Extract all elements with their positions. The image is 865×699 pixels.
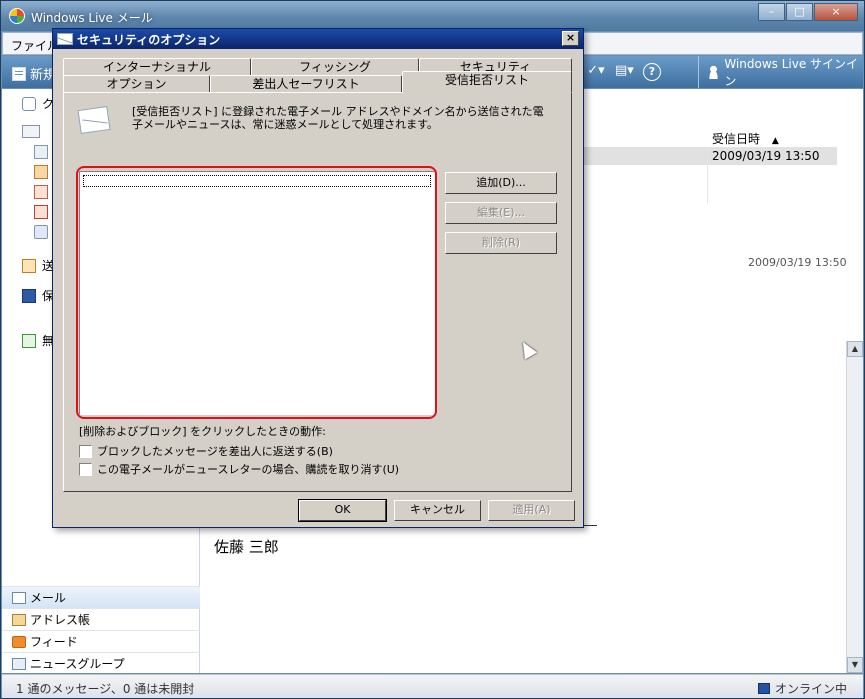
ok-button[interactable]: OK [298, 499, 387, 522]
monitor-icon [757, 683, 770, 694]
help-icon[interactable]: ? [643, 63, 661, 81]
main-titlebar: Windows Live メール – □ × [1, 1, 864, 31]
online-status[interactable]: オンライン中 [757, 680, 847, 697]
add-folder-icon [22, 333, 36, 348]
nav-addressbook-label: アドレス帳 [30, 613, 91, 627]
mail-folder-icon[interactable] [34, 145, 48, 159]
rss-icon [12, 635, 26, 648]
folder-sent[interactable]: 送 [22, 257, 54, 274]
edit-button[interactable]: 編集(E)... [445, 202, 557, 224]
maximize-icon[interactable]: □ [786, 3, 813, 21]
block-action-label: [削除およびブロック] をクリックしたときの動作: [79, 425, 326, 438]
nav-newsgroups-label: ニュースグループ [30, 657, 125, 671]
preview-sender: 佐藤 三郎 [214, 538, 279, 556]
blocked-list-description: [受信拒否リスト] に登録された電子メール アドレスやドメイン名から送信された電… [132, 105, 544, 131]
add-button[interactable]: 追加(D)... [445, 172, 557, 194]
person-icon [707, 65, 721, 79]
column-date-label: 受信日時 [712, 132, 761, 146]
bounce-checkbox[interactable] [79, 444, 92, 458]
preview-scrollbar[interactable]: ▲ ▼ [846, 341, 863, 673]
folder-quick[interactable]: ク [22, 95, 54, 112]
signin-button[interactable]: Windows Live サインイン [698, 56, 863, 88]
mouse-cursor-icon [516, 338, 538, 360]
newsgroup-icon [12, 657, 26, 670]
address-book-icon [12, 613, 26, 626]
pen-icon[interactable]: ✓▾ [587, 63, 605, 81]
tab-phishing[interactable]: フィッシング [251, 58, 419, 76]
nav-feeds[interactable]: フィード [2, 630, 200, 652]
window-title: Windows Live メール [31, 11, 153, 25]
sort-up-icon: ▲ [771, 136, 779, 146]
message-row-date: 2009/03/19 13:50 [712, 149, 820, 163]
blocked-senders-panel: [受信拒否リスト] に登録された電子メール アドレスやドメイン名から送信された電… [63, 92, 572, 492]
dialog-titlebar: セキュリティのオプション [53, 29, 583, 49]
folder-saved[interactable]: 保 [22, 287, 54, 304]
nav-newsgroups[interactable]: ニュースグループ [2, 652, 200, 674]
menu-icon[interactable]: ▤▾ [615, 63, 634, 81]
bounce-label: ブロックしたメッセージを差出人に返送する(B) [97, 445, 333, 458]
inbox-icon[interactable] [22, 125, 40, 138]
nav-bottom: メール アドレス帳 フィード ニュースグループ [2, 586, 200, 674]
mail-icon [12, 591, 26, 604]
sent-items-icon[interactable] [34, 185, 48, 199]
folder-unread[interactable]: 無 [22, 332, 54, 349]
blocked-senders-list[interactable] [79, 171, 435, 415]
trash-icon[interactable] [34, 225, 48, 239]
junk-icon[interactable] [34, 205, 48, 219]
bounce-message-option[interactable]: ブロックしたメッセージを差出人に返送する(B) [79, 443, 333, 459]
computer-icon [22, 288, 36, 303]
status-bar: 1 通のメッセージ、0 通は未開封 オンライン中 [2, 674, 863, 698]
column-divider [707, 147, 708, 203]
unsubscribe-label: この電子メールがニュースレターの場合、購読を取り消す(U) [97, 463, 400, 476]
unsubscribe-checkbox[interactable] [79, 462, 92, 476]
scroll-down-icon[interactable]: ▼ [847, 657, 863, 673]
quick-view-icon [22, 96, 36, 111]
message-row[interactable]: 2009/03/19 13:50 [582, 147, 837, 165]
delete-button[interactable]: 削除(R) [445, 232, 557, 254]
tab-safe-senders[interactable]: 差出人セーフリスト [210, 75, 402, 93]
dialog-title: セキュリティのオプション [77, 32, 221, 47]
window-controls: – □ × [757, 3, 858, 21]
draft-icon[interactable] [34, 165, 48, 179]
preview-date: 2009/03/19 13:50 [748, 256, 847, 269]
signin-label: Windows Live サインイン [724, 57, 859, 88]
minimize-icon[interactable]: – [758, 3, 785, 21]
tab-blocked-senders[interactable]: 受信拒否リスト [402, 71, 572, 93]
mail-envelope-icon [77, 106, 111, 134]
list-focus-row[interactable] [83, 175, 431, 187]
nav-feeds-label: フィード [30, 635, 78, 649]
column-header-date[interactable]: 受信日時 ▲ [582, 130, 837, 148]
security-options-dialog: セキュリティのオプション × インターナショナル フィッシング セキュリティ オ… [52, 28, 584, 528]
apply-button[interactable]: 適用(A) [488, 500, 575, 521]
unsubscribe-option[interactable]: この電子メールがニュースレターの場合、購読を取り消す(U) [79, 461, 399, 477]
close-icon[interactable]: × [814, 3, 858, 21]
cancel-button[interactable]: キャンセル [394, 500, 481, 521]
tab-options[interactable]: オプション [63, 75, 210, 93]
scroll-up-icon[interactable]: ▲ [847, 341, 863, 357]
tab-international[interactable]: インターナショナル [63, 58, 251, 76]
nav-mail[interactable]: メール [2, 586, 200, 608]
new-button[interactable]: 新規 [12, 64, 56, 83]
status-message-count: 1 通のメッセージ、0 通は未開封 [16, 682, 195, 696]
nav-mail-label: メール [30, 591, 67, 605]
command-tools: ✓▾ ▤▾ ? [587, 63, 661, 81]
windows-live-logo-icon [9, 8, 25, 24]
new-mail-icon [12, 66, 26, 81]
nav-addressbook[interactable]: アドレス帳 [2, 608, 200, 630]
online-label: オンライン中 [774, 682, 847, 696]
envelope-icon [57, 33, 73, 45]
outbox-icon [22, 258, 36, 273]
dialog-close-button[interactable]: × [562, 31, 579, 46]
